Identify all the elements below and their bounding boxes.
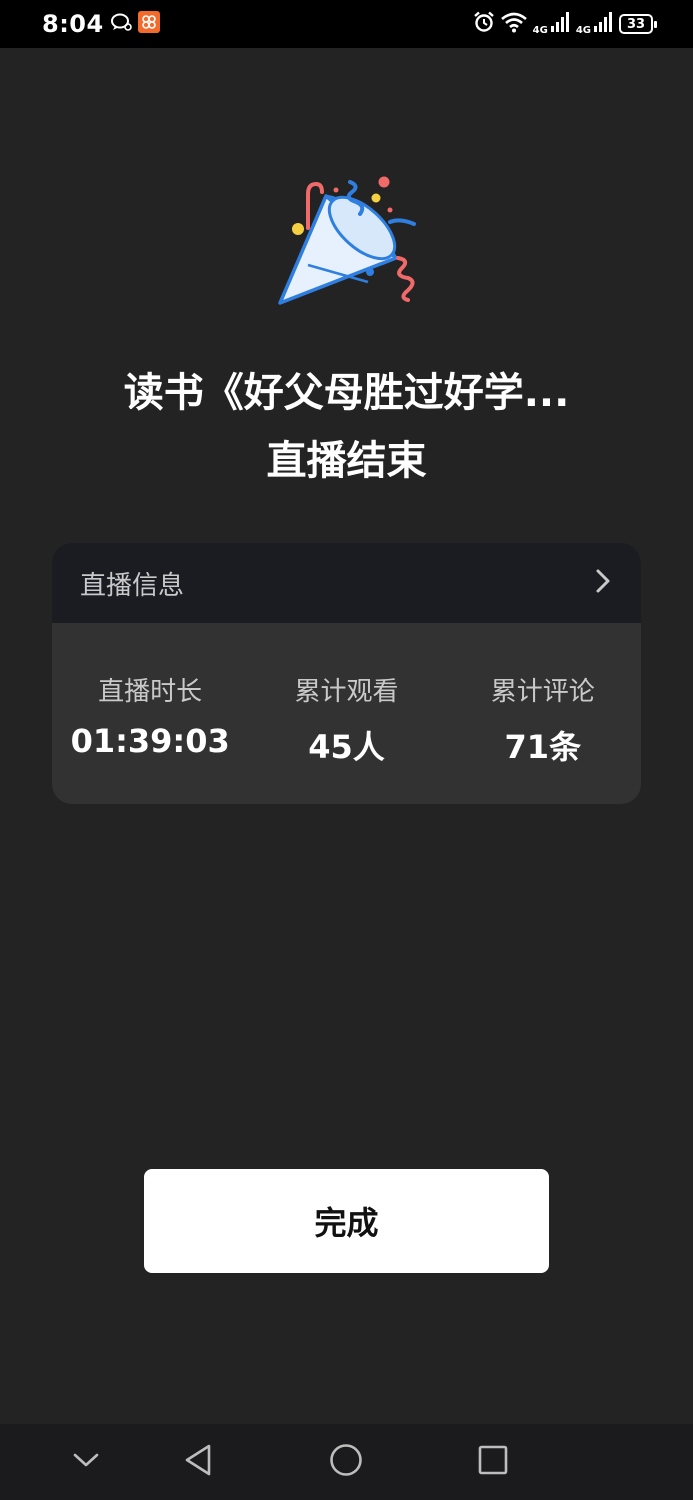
stat-duration: 直播时长 01:39:03 xyxy=(52,671,248,768)
battery-icon: 33 xyxy=(619,14,657,34)
stat-value: 45人 xyxy=(308,728,385,766)
party-popper-icon xyxy=(268,170,428,320)
status-left: 8:04 xyxy=(42,10,160,38)
nav-home-button[interactable] xyxy=(326,1442,366,1482)
live-info-label: 直播信息 xyxy=(80,570,185,601)
live-stats: 直播时长 01:39:03 累计观看 45人 累计评论 71条 xyxy=(52,623,641,768)
back-triangle-icon xyxy=(183,1443,213,1481)
chevron-right-icon xyxy=(593,567,613,599)
stat-label: 累计评论 xyxy=(490,677,595,707)
chevron-down-icon xyxy=(72,1451,100,1473)
status-time: 8:04 xyxy=(42,10,104,38)
live-info-card: 直播信息 直播时长 01:39:03 累计观看 45人 累计评论 71条 xyxy=(52,543,641,804)
stat-value: 71条 xyxy=(504,728,582,766)
stat-label: 直播时长 xyxy=(98,677,203,707)
app-notification-icon xyxy=(137,11,160,37)
nav-recents-button[interactable] xyxy=(473,1442,513,1482)
status-right: 4G 4G 33 xyxy=(473,11,657,37)
stat-label: 累计观看 xyxy=(294,677,399,707)
system-nav-bar xyxy=(0,1424,693,1500)
stat-comments: 累计评论 71条 xyxy=(445,671,641,768)
live-end-screen: 8:04 4G 4G 33 读书《好父母胜过好学... 直播结束 直播信息 直播… xyxy=(0,0,693,1500)
chat-bubble-icon xyxy=(110,12,132,36)
stat-viewers: 累计观看 45人 xyxy=(248,671,444,768)
nav-back-button[interactable] xyxy=(178,1442,218,1482)
wifi-icon xyxy=(500,11,527,37)
live-title: 读书《好父母胜过好学... xyxy=(123,370,570,416)
live-info-header[interactable]: 直播信息 xyxy=(52,543,641,623)
home-circle-icon xyxy=(329,1443,363,1481)
stat-value: 01:39:03 xyxy=(70,722,230,760)
signal-icon-2 xyxy=(593,12,613,36)
done-button[interactable]: 完成 xyxy=(144,1169,549,1273)
alarm-icon xyxy=(473,11,495,37)
network-type-label-1: 4G xyxy=(532,25,548,36)
live-ended-heading: 直播结束 xyxy=(266,438,427,484)
recents-square-icon xyxy=(478,1445,508,1479)
signal-icon-1 xyxy=(550,12,570,36)
nav-collapse-button[interactable] xyxy=(66,1442,106,1482)
status-bar: 8:04 4G 4G 33 xyxy=(0,0,693,48)
network-type-label-2: 4G xyxy=(575,25,591,36)
